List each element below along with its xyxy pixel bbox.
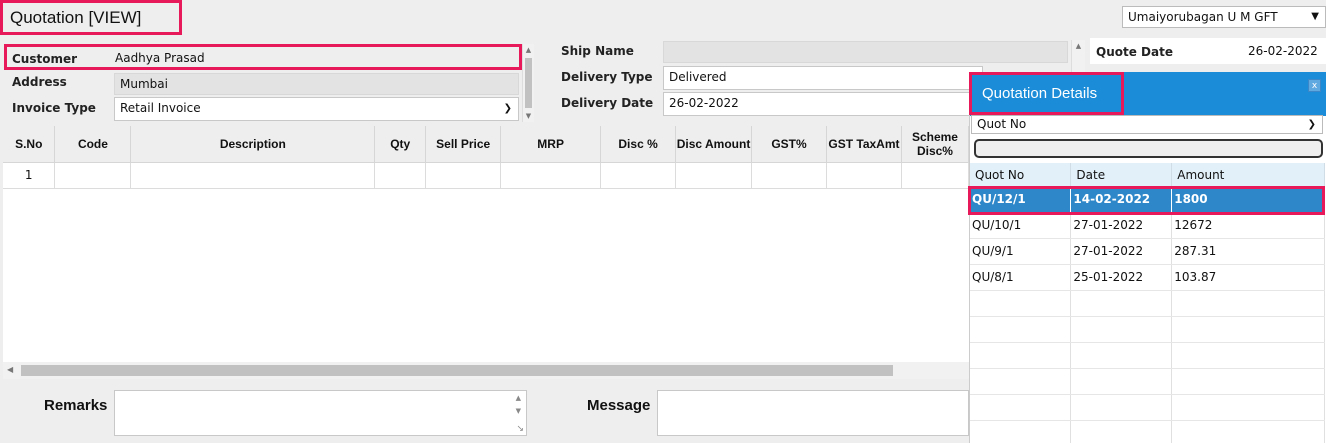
cell-date[interactable]: 14-02-2022 [1070,186,1173,213]
empty-row [970,342,1325,369]
quotation-table: Quot No Date Amount QU/12/1 14-02-2022 1… [970,163,1325,443]
invoice-type-select[interactable]: Retail Invoice ❯ [114,97,519,121]
remarks-label: Remarks [44,397,108,414]
scroll-up-arrow[interactable]: ▲ [1072,42,1085,50]
left-form-scrollbar[interactable]: ▲ ▼ [522,44,534,122]
cell-date[interactable]: 27-01-2022 [1070,212,1173,239]
resize-handle-icon[interactable]: ↘ [516,424,524,434]
table-row[interactable]: QU/8/1 25-01-2022 103.87 [970,264,1325,291]
message-label: Message [587,397,651,414]
chevron-down-icon: ❯ [1307,119,1316,130]
col-date[interactable]: Date [1070,163,1173,186]
table-row[interactable]: 1 [3,162,970,189]
invoice-type-label: Invoice Type [12,101,96,115]
ship-name-label: Ship Name [561,44,634,58]
company-select[interactable]: Umaiyorubagan U M GFT ▼ [1122,6,1326,28]
items-grid: S.No Code Description Qty Sell Price MRP… [3,126,970,190]
customer-field[interactable]: Aadhya Prasad [115,48,518,69]
quote-date-value: 26-02-2022 [1248,44,1318,58]
col-disc-amount[interactable]: Disc Amount [675,126,753,163]
col-sell-price[interactable]: Sell Price [425,126,502,163]
quotation-details-panel: Quotation Details x Quot No ❯ Quot No Da… [969,72,1326,443]
table-row[interactable]: QU/12/1 14-02-2022 1800 [970,186,1325,213]
cell-date[interactable]: 25-01-2022 [1070,264,1173,291]
empty-row [970,316,1325,343]
col-quot-no[interactable]: Quot No [970,163,1072,186]
panel-header: Quotation Details x [970,72,1326,116]
scroll-up-arrow[interactable]: ▲ [523,46,534,54]
empty-row [970,420,1325,443]
delivery-type-field[interactable]: Delivered [663,66,983,90]
textarea-scroll-down-arrow[interactable]: ▼ [516,407,521,415]
col-sno[interactable]: S.No [3,126,56,163]
address-field[interactable]: Mumbai [114,73,519,95]
cell-gst-pct[interactable] [751,162,827,189]
quote-date-label: Quote Date [1096,45,1173,59]
col-scheme-disc[interactable]: Scheme Disc% [901,126,970,163]
delivery-date-field[interactable]: 26-02-2022 [663,92,983,116]
cell-mrp[interactable] [500,162,602,189]
ship-name-field[interactable] [663,41,1068,63]
chevron-down-icon: ▼ [1311,11,1319,22]
customer-label: Customer [12,52,78,66]
cell-disc-pct[interactable] [600,162,677,189]
quot-filter-select[interactable]: Quot No ❯ [971,115,1323,134]
chevron-down-icon: ❯ [503,103,512,114]
quot-search-input[interactable] [974,139,1323,158]
cell-quot-no[interactable]: QU/9/1 [970,238,1072,265]
company-select-value: Umaiyorubagan U M GFT [1128,10,1278,24]
cell-description[interactable] [130,162,376,189]
message-textarea[interactable] [657,390,969,436]
cell-code[interactable] [54,162,132,189]
cell-scheme-disc[interactable] [901,162,970,189]
table-row[interactable]: QU/10/1 27-01-2022 12672 [970,212,1325,239]
cell-quot-no[interactable]: QU/8/1 [970,264,1072,291]
col-gst-pct[interactable]: GST% [751,126,827,163]
cell-sell-price[interactable] [425,162,502,189]
quot-filter-value: Quot No [977,117,1027,131]
table-row[interactable]: QU/9/1 27-01-2022 287.31 [970,238,1325,265]
address-label: Address [12,75,67,89]
cell-disc-amount[interactable] [675,162,753,189]
col-description[interactable]: Description [130,126,376,163]
textarea-scroll-up-arrow[interactable]: ▲ [516,394,521,402]
cell-amount[interactable]: 103.87 [1171,264,1325,291]
panel-title: Quotation Details [982,85,1098,102]
col-disc-pct[interactable]: Disc % [600,126,677,163]
col-gst-taxamt[interactable]: GST TaxAmt [826,126,902,163]
scroll-left-arrow[interactable]: ◀ [7,365,13,374]
page-title: Quotation [VIEW] [10,8,142,27]
remarks-textarea[interactable]: ▲ ▼ ↘ [114,390,527,436]
invoice-type-value: Retail Invoice [120,101,201,115]
grid-horizontal-scrollbar[interactable]: ◀ [3,362,969,379]
delivery-date-label: Delivery Date [561,96,654,110]
col-code[interactable]: Code [54,126,132,163]
cell-date[interactable]: 27-01-2022 [1070,238,1173,265]
cell-sno[interactable]: 1 [3,162,56,189]
cell-amount[interactable]: 287.31 [1171,238,1325,265]
delivery-type-label: Delivery Type [561,70,653,84]
cell-quot-no[interactable]: QU/12/1 [970,186,1072,213]
scrollbar-thumb[interactable] [525,58,532,108]
cell-qty[interactable] [374,162,427,189]
cell-gst-taxamt[interactable] [826,162,902,189]
cell-amount[interactable]: 12672 [1171,212,1325,239]
scrollbar-thumb[interactable] [21,365,893,376]
empty-row [970,290,1325,317]
empty-row [970,368,1325,395]
cell-amount[interactable]: 1800 [1171,186,1325,213]
items-table: S.No Code Description Qty Sell Price MRP… [3,126,970,189]
empty-row [970,394,1325,421]
col-amount[interactable]: Amount [1171,163,1325,186]
grid-empty-area [3,190,969,362]
close-icon[interactable]: x [1308,79,1321,92]
col-qty[interactable]: Qty [374,126,427,163]
scroll-down-arrow[interactable]: ▼ [523,112,534,120]
col-mrp[interactable]: MRP [500,126,602,163]
cell-quot-no[interactable]: QU/10/1 [970,212,1072,239]
